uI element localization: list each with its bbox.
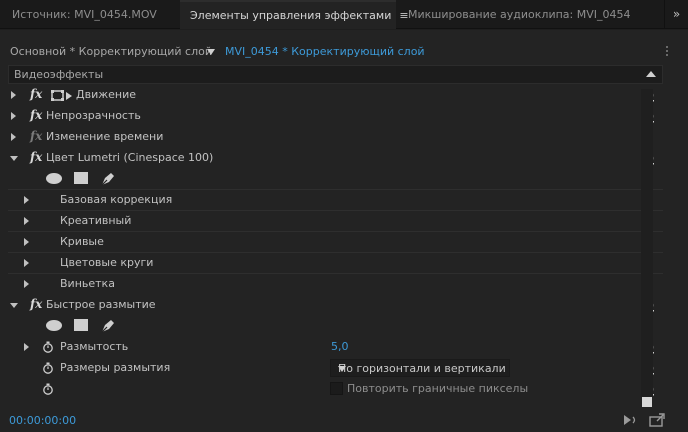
collapse-up-icon[interactable] <box>646 71 656 77</box>
pen-mask-icon[interactable] <box>100 318 116 334</box>
stopwatch-icon[interactable] <box>42 341 54 353</box>
effect-row-time-remapping[interactable]: fx Изменение времени <box>8 127 663 148</box>
expand-icon[interactable] <box>24 343 29 351</box>
expand-icon[interactable] <box>24 217 29 225</box>
ellipse-mask-icon[interactable] <box>46 320 62 331</box>
stopwatch-icon[interactable] <box>42 362 54 374</box>
fx-badge-icon[interactable]: fx <box>30 150 42 164</box>
tab-source-label: Источник: MVI_0454.MOV <box>12 8 157 21</box>
rectangle-mask-icon[interactable] <box>74 172 88 184</box>
expand-icon[interactable] <box>24 196 29 204</box>
mask-tools-row <box>8 316 663 337</box>
expand-icon[interactable] <box>11 133 16 141</box>
property-blurriness[interactable]: Размытость 5,0 <box>8 337 663 358</box>
fx-badge-icon[interactable]: fx <box>30 297 42 311</box>
effect-row-motion[interactable]: fx Движение <box>8 85 663 106</box>
effect-name: Непрозрачность <box>46 109 141 122</box>
expand-icon[interactable] <box>24 238 29 246</box>
effect-name: Быстрое размытие <box>46 298 156 311</box>
effect-controls-panel: Основной * Корректирующий слой MVI_0454 … <box>0 30 688 432</box>
group-name: Виньетка <box>60 277 115 290</box>
collapse-icon[interactable] <box>10 156 18 161</box>
lumetri-color-wheels[interactable]: Цветовые круги <box>8 253 663 274</box>
expand-icon[interactable] <box>24 280 29 288</box>
repeat-edge-checkbox[interactable] <box>330 382 343 395</box>
fx-badge-icon[interactable]: fx <box>30 87 42 101</box>
effect-row-lumetri[interactable]: fx Цвет Lumetri (Cinespace 100) <box>8 148 663 169</box>
group-name: Креативный <box>60 214 132 227</box>
blur-dimensions-dropdown[interactable]: По горизонтали и вертикали <box>330 359 510 377</box>
overflow-icon[interactable]: » <box>664 0 688 29</box>
mask-tools-row <box>8 169 663 190</box>
expand-icon[interactable] <box>11 112 16 120</box>
vertical-scrollbar[interactable] <box>641 89 653 397</box>
timecode[interactable]: 00:00:00:00 <box>9 414 76 427</box>
property-name: Размытость <box>60 340 129 353</box>
lumetri-curves[interactable]: Кривые <box>8 232 663 253</box>
rectangle-mask-icon[interactable] <box>74 319 88 331</box>
grip-icon[interactable] <box>666 46 670 56</box>
chevron-down-icon <box>338 366 346 372</box>
lumetri-basic[interactable]: Базовая коррекция <box>8 190 663 211</box>
dropdown-value: По горизонтали и вертикали <box>338 362 506 375</box>
audio-play-icon[interactable] <box>622 412 638 428</box>
ellipse-mask-icon[interactable] <box>46 173 62 184</box>
panel-header: Основной * Корректирующий слой MVI_0454 … <box>0 41 688 63</box>
effect-name: Движение <box>76 88 137 101</box>
tab-effect-controls[interactable]: Элементы управления эффектами ≡ <box>180 0 409 29</box>
scrollbar-thumb[interactable] <box>642 397 652 407</box>
transform-icon[interactable] <box>51 90 73 102</box>
tab-audio-mixer[interactable]: Микширование аудиоклипа: MVI_0454 <box>408 0 631 29</box>
lumetri-creative[interactable]: Креативный <box>8 211 663 232</box>
stopwatch-icon[interactable] <box>42 383 54 395</box>
effect-row-opacity[interactable]: fx Непрозрачность <box>8 106 663 127</box>
blurriness-value[interactable]: 5,0 <box>331 340 349 353</box>
fx-badge-icon[interactable]: fx <box>30 129 42 143</box>
lumetri-vignette[interactable]: Виньетка <box>8 274 663 295</box>
sequence-clip-link[interactable]: MVI_0454 * Корректирующий слой <box>225 41 425 63</box>
chevron-down-icon[interactable] <box>207 49 215 55</box>
property-name: Размеры размытия <box>60 361 171 374</box>
tab-bar: Источник: MVI_0454.MOV Элементы управлен… <box>0 0 688 29</box>
property-blur-dimensions[interactable]: Размеры размытия По горизонтали и вертик… <box>8 358 663 379</box>
fx-badge-icon[interactable]: fx <box>30 108 42 122</box>
group-name: Базовая коррекция <box>60 193 173 206</box>
effect-row-fast-blur[interactable]: fx Быстрое размытие <box>8 295 663 316</box>
master-clip-selector[interactable]: Основной * Корректирующий слой <box>10 41 212 63</box>
tab-effect-controls-label: Элементы управления эффектами <box>190 9 392 22</box>
tab-audio-mixer-label: Микширование аудиоклипа: MVI_0454 <box>408 8 631 21</box>
pen-mask-icon[interactable] <box>100 171 116 187</box>
group-name: Кривые <box>60 235 104 248</box>
checkbox-label: Повторить граничные пикселы <box>347 382 529 395</box>
expand-icon[interactable] <box>24 259 29 267</box>
property-repeat-edge-pixels[interactable]: Повторить граничные пикселы <box>8 379 663 400</box>
expand-icon[interactable] <box>11 91 16 99</box>
collapse-icon[interactable] <box>10 303 18 308</box>
effect-name: Цвет Lumetri (Cinespace 100) <box>46 151 214 164</box>
panel-footer: 00:00:00:00 <box>0 410 688 432</box>
effect-name: Изменение времени <box>46 130 164 143</box>
group-name: Цветовые круги <box>60 256 154 269</box>
video-effects-header[interactable]: Видеоэффекты <box>8 65 663 84</box>
section-title: Видеоэффекты <box>14 68 104 81</box>
tab-source[interactable]: Источник: MVI_0454.MOV <box>12 0 157 29</box>
export-icon[interactable] <box>649 412 665 428</box>
